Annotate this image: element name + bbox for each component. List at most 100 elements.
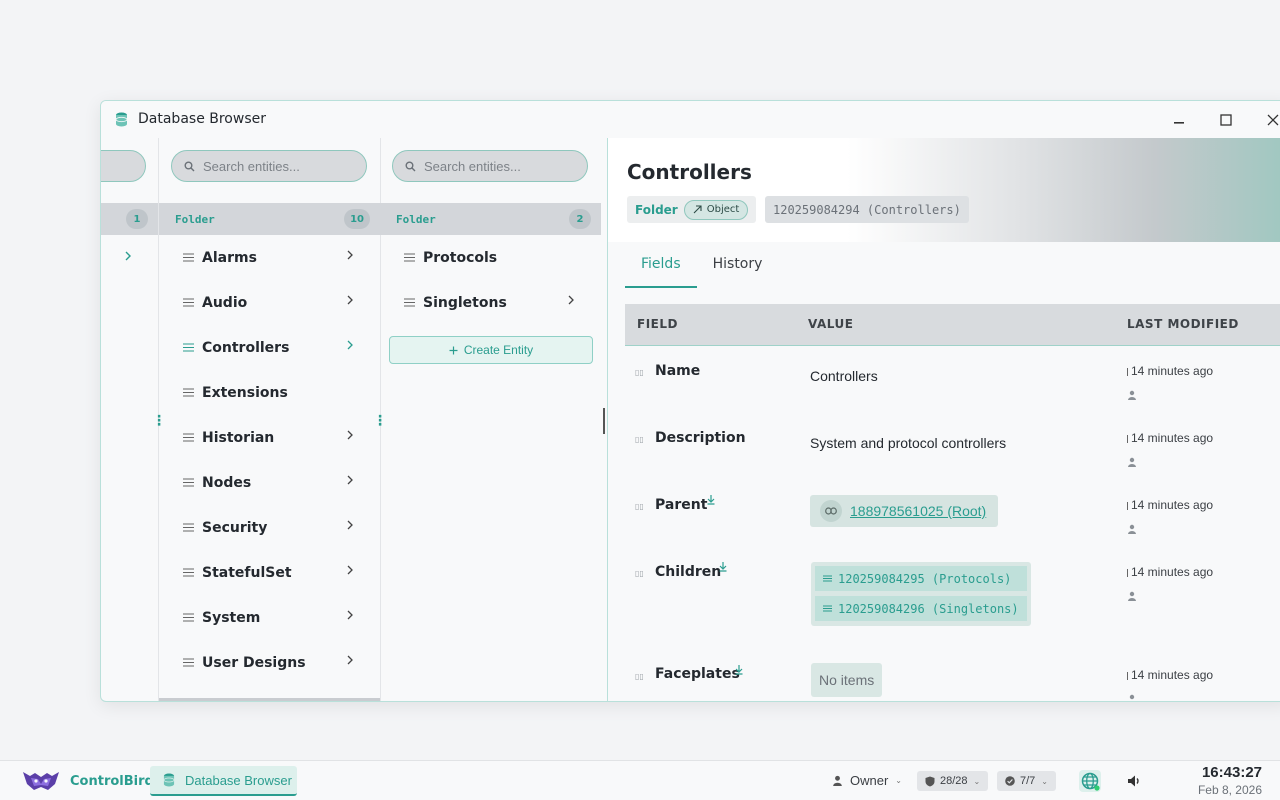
search-input-root[interactable]	[101, 150, 146, 182]
row-drag-icon[interactable]: ▯▯	[635, 672, 644, 681]
entity-list-item[interactable]: Singletons	[380, 280, 601, 325]
chevron-right-icon[interactable]	[346, 565, 354, 575]
chevron-right-icon[interactable]	[346, 340, 354, 350]
security-status-button[interactable]: 28/28 ⌄	[917, 771, 989, 791]
detail-title: Controllers	[627, 160, 752, 184]
entity-label: Security	[202, 519, 268, 536]
entity-list-item[interactable]: Controllers	[159, 325, 380, 370]
column-count-badge: 2	[569, 209, 591, 229]
search-input[interactable]	[392, 150, 588, 182]
window-titlebar[interactable]: Database Browser	[101, 101, 1280, 138]
detail-tabs: Fields History	[625, 256, 778, 288]
field-value[interactable]: Controllers	[810, 368, 878, 384]
column-header-value[interactable]: VALUE	[808, 317, 853, 331]
minimize-button[interactable]	[1168, 109, 1190, 131]
tab-history[interactable]: History	[697, 256, 779, 288]
pin-icon[interactable]	[719, 562, 727, 572]
globe-icon[interactable]	[1078, 769, 1102, 793]
entity-list-item[interactable]: User Designs	[159, 640, 380, 685]
table-row-name: ▯▯ Name Controllers 14 minutes ago	[625, 347, 1280, 414]
services-status-count: 7/7	[1020, 775, 1036, 787]
entity-list: Alarms Audio Controllers Extensions Historia…	[159, 235, 380, 685]
entity-label: StatefulSet	[202, 564, 292, 581]
search-field[interactable]	[424, 158, 574, 174]
system-clock[interactable]: 16:43:27 Feb 8, 2026	[1198, 764, 1262, 797]
entity-label: User Designs	[202, 654, 306, 671]
entity-list-item[interactable]: Extensions	[159, 370, 380, 415]
list-icon	[183, 613, 194, 622]
database-browser-window: Database Browser 1 ⋮ Folder 10 AlarmsAud…	[100, 100, 1280, 702]
entity-list-item[interactable]: Audio	[159, 280, 380, 325]
tab-fields[interactable]: Fields	[625, 256, 697, 288]
entity-list-item[interactable]: StatefulSet	[159, 550, 380, 595]
child-reference-chip[interactable]: 120259084295 (Protocols)	[815, 566, 1027, 591]
entity-id-chip[interactable]: 120259084294 (Controllers)	[765, 196, 969, 223]
services-status-button[interactable]: 7/7 ⌄	[997, 771, 1056, 791]
column-header: Folder 2	[380, 203, 601, 235]
user-icon	[1128, 390, 1136, 400]
brand-name[interactable]: ControlBird	[70, 774, 154, 789]
search-field[interactable]	[203, 158, 353, 174]
column-header-last-modified[interactable]: LAST MODIFIED	[1127, 317, 1239, 331]
chevron-right-icon[interactable]	[346, 520, 354, 530]
security-status-count: 28/28	[940, 775, 968, 787]
table-header-row: FIELD VALUE LAST MODIFIED	[625, 304, 1280, 346]
panel-splitter-handle[interactable]	[603, 408, 605, 434]
entity-list-item[interactable]: Alarms	[159, 235, 380, 280]
maximize-icon	[1220, 114, 1232, 126]
owl-logo-icon[interactable]	[22, 770, 60, 792]
parent-reference-chip[interactable]: 188978561025 (Root)	[810, 495, 999, 527]
link-icon	[820, 500, 842, 522]
chevron-right-icon[interactable]	[346, 610, 354, 620]
entity-label: Nodes	[202, 474, 252, 491]
plus-icon	[449, 346, 458, 354]
database-icon	[163, 773, 175, 787]
taskbar-app-database-browser[interactable]: Database Browser	[150, 766, 297, 796]
chevron-right-icon[interactable]	[346, 475, 354, 485]
column-header-field[interactable]: FIELD	[637, 317, 678, 331]
chevron-right-icon[interactable]	[567, 295, 575, 305]
chevron-right-icon[interactable]	[124, 251, 132, 261]
volume-icon[interactable]	[1126, 773, 1142, 789]
entity-list-item[interactable]: System	[159, 595, 380, 640]
list-icon	[183, 253, 194, 262]
pin-icon[interactable]	[707, 495, 715, 505]
row-drag-icon[interactable]: ▯▯	[635, 435, 644, 444]
entity-kind-label: Object	[706, 204, 740, 215]
search-input[interactable]	[171, 150, 367, 182]
list-icon	[183, 388, 194, 397]
row-drag-icon[interactable]: ▯▯	[635, 368, 644, 377]
entity-list-item[interactable]: Historian	[159, 415, 380, 460]
column-folder-controllers: Folder 2 Protocols Singletons Create Enti…	[380, 138, 601, 701]
table-row-parent: ▯▯ Parent 188978561025 (Root) 14 minutes…	[625, 481, 1280, 548]
chevron-right-icon[interactable]	[346, 430, 354, 440]
field-value[interactable]: System and protocol controllers	[810, 435, 1006, 451]
table-row-faceplates: ▯▯ Faceplates No items 14 minutes ago	[625, 648, 1280, 701]
clock-time: 16:43:27	[1201, 764, 1262, 781]
entity-label: Audio	[202, 294, 248, 311]
parent-reference-link[interactable]: 188978561025 (Root)	[850, 503, 986, 519]
list-icon	[183, 298, 194, 307]
entity-list-item[interactable]: Nodes	[159, 460, 380, 505]
entity-label: Extensions	[202, 384, 288, 401]
children-list: 120259084295 (Protocols) 120259084296 (S…	[811, 562, 1031, 626]
taskbar: ControlBird Database Browser Owner ⌄ 28/…	[0, 760, 1280, 800]
horizontal-scrollbar[interactable]	[159, 698, 380, 701]
chevron-right-icon[interactable]	[346, 250, 354, 260]
entity-list-item[interactable]: Security	[159, 505, 380, 550]
pin-icon[interactable]	[735, 665, 743, 675]
close-button[interactable]	[1262, 109, 1280, 131]
user-menu-button[interactable]: Owner ⌄	[832, 773, 902, 788]
row-drag-icon[interactable]: ▯▯	[635, 502, 644, 511]
maximize-button[interactable]	[1215, 109, 1237, 131]
chevron-right-icon[interactable]	[346, 295, 354, 305]
child-reference-chip[interactable]: 120259084296 (Singletons)	[815, 596, 1027, 621]
row-drag-icon[interactable]: ▯▯	[635, 569, 644, 578]
list-icon	[183, 523, 194, 532]
entity-kind-pill[interactable]: Object	[683, 199, 749, 220]
column-count-badge: 10	[344, 209, 370, 229]
create-entity-button[interactable]: Create Entity	[389, 336, 593, 364]
shield-icon	[925, 776, 935, 786]
entity-list-item[interactable]: Protocols	[380, 235, 601, 280]
chevron-right-icon[interactable]	[346, 655, 354, 665]
